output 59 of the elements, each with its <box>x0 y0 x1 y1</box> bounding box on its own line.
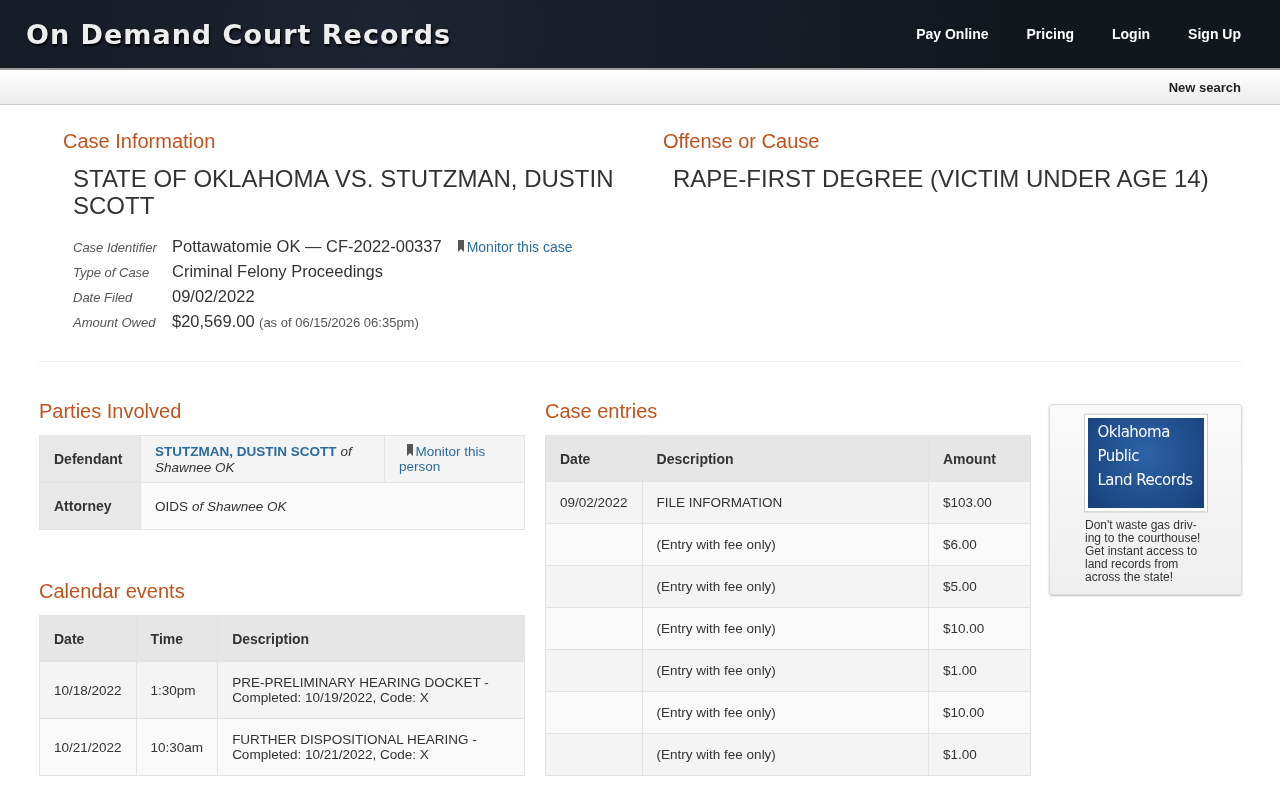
table-cell: FURTHER DISPOSITIONAL HEARING - Completed: 10/21/2022, Code: X <box>232 732 477 762</box>
table-cell: 09/02/2022 <box>560 495 628 510</box>
party-name-link[interactable]: STUTZMAN, DUSTIN SCOTT <box>155 444 337 459</box>
section-heading: Case Information <box>63 130 217 153</box>
table-cell: (Entry with fee only) <box>656 747 776 762</box>
field-label: Amount Owed <box>73 315 157 330</box>
column-header: Date <box>54 630 85 647</box>
table-cell: 10/21/2022 <box>54 739 122 755</box>
party-role: Defendant <box>54 451 123 467</box>
table-cell: (Entry with fee only) <box>656 621 776 636</box>
table-cell: $1.00 <box>943 663 977 678</box>
table-cell: (Entry with fee only) <box>656 579 776 594</box>
field-note: (as of 06/15/2026 06:35pm) <box>259 315 419 330</box>
field-value: Pottawatomie OK — CF-2022-00337 <box>172 237 442 255</box>
section-heading: Case entries <box>545 400 659 423</box>
land-records-banner[interactable]: Oklahoma Public Land Records <box>1084 414 1207 512</box>
ad-text: Don't waste gas driv-ing to the courthouse! Get instant access to land records from across the state! <box>1085 519 1202 584</box>
column-header: Date <box>560 450 591 467</box>
table-cell: FILE INFORMATION <box>656 495 783 510</box>
field-label: Date Filed <box>73 290 134 305</box>
field-value: Criminal Felony Proceedings <box>172 262 383 280</box>
field-value: 09/02/2022 <box>172 287 255 305</box>
table-cell: $6.00 <box>943 537 977 552</box>
table-cell: (Entry with fee only) <box>656 663 776 678</box>
party-role: Attorney <box>54 498 112 514</box>
bookmark-icon <box>457 240 464 252</box>
offense-text: RAPE-FIRST DEGREE (VICTIM UNDER AGE 14) <box>673 165 1210 192</box>
table-cell: 10:30am <box>150 739 204 755</box>
nav-link[interactable]: Sign Up <box>1169 18 1260 50</box>
field-label: Case Identifier <box>73 240 159 255</box>
nav-link[interactable]: Pricing <box>1007 18 1093 50</box>
section-heading: Parties Involved <box>39 400 183 423</box>
section-heading: Offense or Cause <box>663 130 821 153</box>
monitor-link[interactable]: Monitor this case <box>457 239 573 255</box>
nav-link[interactable]: Login <box>1093 18 1170 50</box>
field-value: $20,569.00 <box>172 312 255 330</box>
party-entry: STUTZMAN, DUSTIN SCOTT of Shawnee OK <box>155 443 352 475</box>
column-header: Description <box>232 630 310 647</box>
site-logo[interactable]: On Demand Court Records <box>26 18 452 50</box>
column-header: Amount <box>943 450 996 467</box>
field-label: Type of Case <box>73 265 151 280</box>
nav-link[interactable]: Pay Online <box>897 18 1008 50</box>
table-cell: $10.00 <box>943 705 985 720</box>
section-heading: Calendar events <box>39 580 186 603</box>
table-cell: 10/18/2022 <box>54 682 122 698</box>
new-search-link[interactable]: New search <box>1168 79 1241 95</box>
table-cell: (Entry with fee only) <box>656 537 776 552</box>
table-cell: $103.00 <box>943 495 992 510</box>
table-cell: PRE-PRELIMINARY HEARING DOCKET - Completed: 10/19/2022, Code: X <box>232 675 489 705</box>
case-title: STATE OF OKLAHOMA VS. STUTZMAN, DUSTIN SCOTT <box>73 165 615 219</box>
column-header: Time <box>150 630 183 647</box>
party-entry: OIDS of Shawnee OK <box>155 498 287 514</box>
bookmark-icon <box>406 444 413 456</box>
table-cell: $10.00 <box>943 621 985 636</box>
table-cell: (Entry with fee only) <box>656 705 776 720</box>
column-header: Description <box>656 450 734 467</box>
table-cell: 1:30pm <box>150 682 196 698</box>
table-cell: $5.00 <box>943 579 977 594</box>
table-cell: $1.00 <box>943 747 977 762</box>
